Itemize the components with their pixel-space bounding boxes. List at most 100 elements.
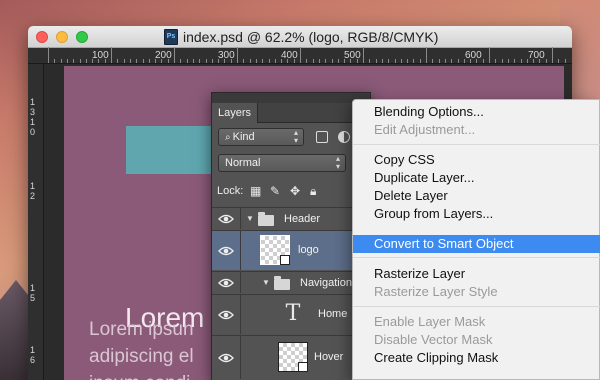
ruler-tick [167, 59, 169, 63]
ruler-tick [148, 59, 150, 63]
ruler-tick [237, 47, 238, 63]
ruler-label: 2 [30, 191, 36, 201]
menu-item-rasterize-layer[interactable]: Rasterize Layer [353, 265, 600, 283]
tab-layers[interactable]: Layers [212, 103, 259, 123]
ruler-tick [350, 59, 352, 63]
layer-filter-row: ⌕ Kind ▴ ▾ [212, 126, 370, 148]
minimize-window-button[interactable] [56, 31, 68, 43]
ruler-tick [407, 59, 409, 63]
eye-icon[interactable] [218, 212, 234, 226]
expand-triangle-icon[interactable]: ▼ [262, 278, 270, 287]
ruler-tick [426, 47, 427, 63]
visibility-divider [240, 272, 241, 293]
window-title: index.psd @ 62.2% (logo, RGB/8/CMYK) [183, 29, 439, 45]
horizontal-ruler[interactable]: 100 200 300 400 500 600 700 [28, 47, 572, 64]
menu-item-blending-options[interactable]: Blending Options... [353, 103, 600, 121]
ruler-tick [363, 47, 364, 63]
layer-row-logo[interactable]: logo [212, 230, 370, 270]
layer-name[interactable]: logo [298, 244, 319, 256]
ruler-label: 400 [281, 50, 298, 61]
menu-item-group-from-layers[interactable]: Group from Layers... [353, 205, 600, 223]
close-window-button[interactable] [36, 31, 48, 43]
lock-label: Lock: [217, 185, 244, 197]
ruler-tick [281, 59, 283, 63]
lock-transparent-pixels-icon[interactable]: ▦ [250, 184, 261, 198]
layer-row-hover[interactable]: Hover [212, 335, 370, 379]
eye-icon[interactable] [218, 276, 234, 290]
layer-name[interactable]: Home [318, 308, 347, 320]
ruler-tick [293, 59, 295, 63]
ruler-tick [331, 59, 333, 63]
lock-all-icon[interactable]: 🔒︎ [310, 184, 316, 198]
menu-item-convert-to-smart-object[interactable]: Convert to Smart Object [353, 235, 600, 253]
ruler-label: 600 [465, 50, 482, 61]
folder-icon [274, 276, 290, 290]
ruler-tick [375, 59, 377, 63]
ruler-label: 1 [30, 283, 36, 293]
ruler-label: 1 [30, 97, 36, 107]
menu-item-enable-layer-mask: Enable Layer Mask [374, 314, 486, 329]
eye-icon[interactable] [218, 244, 234, 258]
layer-name[interactable]: Navigation [300, 277, 352, 289]
ruler-tick [394, 59, 396, 63]
ruler-tick [211, 59, 213, 63]
menu-item-copy-css[interactable]: Copy CSS [353, 151, 600, 169]
ruler-tick [48, 47, 49, 63]
layer-name[interactable]: Hover [314, 351, 343, 363]
layer-row-header-group[interactable]: ▼ Header [212, 207, 370, 229]
menu-item-duplicate-layer[interactable]: Duplicate Layer... [353, 169, 600, 187]
ruler-tick [539, 59, 541, 63]
menu-item-edit-adjustment: Edit Adjustment... [374, 122, 476, 137]
eye-icon[interactable] [218, 351, 234, 365]
panel-drag-strip[interactable] [212, 93, 370, 103]
ruler-tick [533, 59, 535, 63]
ruler-tick [161, 59, 163, 63]
ruler-tick [155, 59, 157, 63]
window-titlebar[interactable]: Ps index.psd @ 62.2% (logo, RGB/8/CMYK) [28, 26, 572, 48]
ruler-tick [356, 59, 358, 63]
ruler-tick [306, 59, 308, 63]
menu-item-delete-layer[interactable]: Delete Layer [353, 187, 600, 205]
ruler-tick [249, 59, 251, 63]
layer-name[interactable]: Header [284, 213, 320, 225]
blend-mode-dropdown[interactable]: Normal ▴ ▾ [218, 154, 346, 172]
filter-kind-dropdown[interactable]: ⌕ Kind ▴ ▾ [218, 128, 304, 146]
layers-panel: Layers ⌕ Kind ▴ ▾ Normal ▴ ▾ Lock: ▦ ✎ ✥ 🔒︎… [211, 92, 371, 380]
ruler-label: 1 [30, 117, 36, 127]
zoom-window-button[interactable] [76, 31, 88, 43]
filter-adjustment-layers-icon[interactable] [338, 131, 350, 143]
ruler-tick [205, 59, 207, 63]
ruler-label: 6 [30, 355, 36, 365]
lock-position-icon[interactable]: ✥ [290, 184, 300, 198]
ruler-tick [85, 59, 87, 63]
layer-row-home[interactable]: T Home [212, 294, 370, 334]
eye-icon[interactable] [218, 308, 234, 322]
dropdown-arrows-icon: ▴ ▾ [335, 154, 340, 171]
visibility-divider [240, 336, 241, 379]
ruler-tick [419, 59, 421, 63]
menu-separator [353, 257, 600, 258]
vertical-ruler[interactable]: 1 3 1 0 1 2 1 5 1 6 [28, 64, 44, 380]
menu-separator [353, 306, 600, 307]
ruler-tick [268, 59, 270, 63]
type-layer-icon: T [285, 301, 301, 326]
layer-context-menu: Blending Options... Edit Adjustment... C… [352, 99, 600, 380]
lock-image-pixels-icon[interactable]: ✎ [270, 184, 280, 198]
ruler-tick [129, 59, 131, 63]
expand-triangle-icon[interactable]: ▼ [246, 214, 254, 223]
ruler-tick [552, 47, 553, 63]
menu-item-rasterize-layer-style: Rasterize Layer Style [374, 284, 498, 299]
ruler-tick [54, 59, 56, 63]
ruler-tick [60, 59, 62, 63]
menu-item-create-clipping-mask[interactable]: Create Clipping Mask [353, 349, 600, 367]
filter-pixel-layers-icon[interactable] [316, 131, 328, 143]
ruler-tick [514, 59, 516, 63]
ruler-tick [501, 59, 503, 63]
search-icon: ⌕ [225, 132, 231, 143]
ruler-label: 700 [528, 50, 545, 61]
ruler-tick [117, 59, 119, 63]
ruler-label: 100 [92, 50, 109, 61]
ruler-label: 300 [218, 50, 235, 61]
ruler-tick [476, 59, 478, 63]
layer-row-navigation-group[interactable]: ▼ Navigation [212, 271, 370, 293]
